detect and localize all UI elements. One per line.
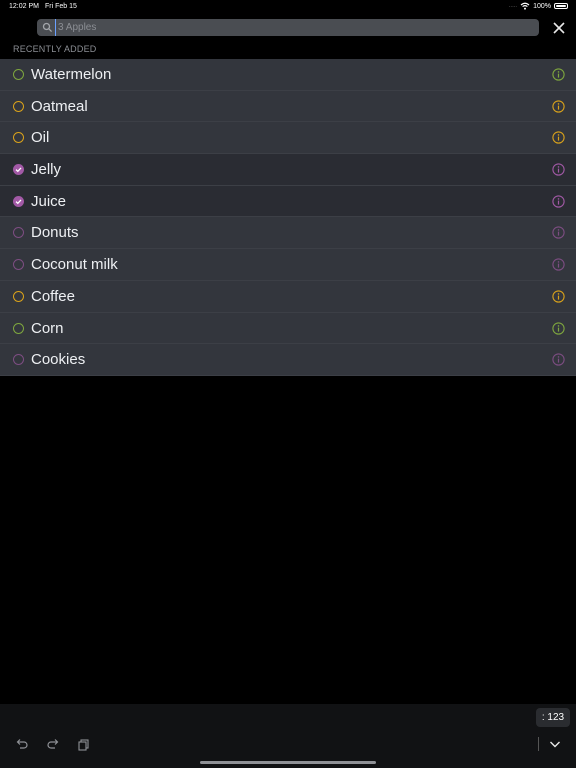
numbers-key-button[interactable]: : 123 <box>536 708 570 727</box>
info-icon[interactable] <box>552 195 565 208</box>
info-icon[interactable] <box>552 321 565 335</box>
status-time: 12:02 PM <box>9 3 39 10</box>
unchecked-checkbox-icon[interactable] <box>13 290 24 302</box>
info-icon[interactable] <box>552 290 565 303</box>
list-item[interactable]: Watermelon <box>0 59 576 91</box>
search-icon <box>42 22 53 33</box>
list-item[interactable]: Cookies <box>0 344 576 376</box>
section-header-recently-added: RECENTLY ADDED <box>13 44 97 54</box>
list-item[interactable]: Juice <box>0 185 576 218</box>
checked-checkbox-icon[interactable] <box>13 195 24 207</box>
info-icon[interactable] <box>552 100 565 113</box>
info-icon[interactable] <box>552 131 565 145</box>
status-right: ..... 100% <box>509 2 568 10</box>
undo-icon[interactable] <box>15 737 29 751</box>
battery-percent: 100% <box>533 2 551 10</box>
checked-checkbox-icon[interactable] <box>13 164 24 176</box>
unchecked-checkbox-icon[interactable] <box>13 69 24 80</box>
home-indicator <box>200 761 376 764</box>
status-date: Fri Feb 15 <box>45 3 77 10</box>
wifi-icon <box>520 2 530 10</box>
item-label: Donuts <box>31 224 79 242</box>
keyboard-divider <box>538 737 539 751</box>
info-icon[interactable] <box>552 258 565 271</box>
list-item[interactable]: Oatmeal <box>0 90 576 123</box>
item-label: Corn <box>31 319 64 337</box>
items-list: Watermelon Oatmeal Oil Jelly Juice Donuts Coco… <box>0 59 576 376</box>
list-item[interactable]: Coconut milk <box>0 249 576 281</box>
dismiss-keyboard-chevron-down-icon[interactable] <box>548 737 562 751</box>
item-label: Watermelon <box>31 66 112 83</box>
list-item[interactable]: Oil <box>0 122 576 155</box>
battery-icon <box>554 3 568 9</box>
info-icon[interactable] <box>552 353 565 366</box>
search-input[interactable] <box>55 19 530 36</box>
info-icon[interactable] <box>552 226 565 240</box>
item-label: Coffee <box>31 287 75 305</box>
keyboard-accessory-bar <box>0 704 576 768</box>
close-icon[interactable] <box>551 20 567 36</box>
list-item[interactable]: Jelly <box>0 154 576 186</box>
item-label: Juice <box>31 192 67 210</box>
list-item[interactable]: Coffee <box>0 280 576 313</box>
list-item[interactable]: Corn <box>0 312 576 345</box>
unchecked-checkbox-icon[interactable] <box>13 354 24 366</box>
unchecked-checkbox-icon[interactable] <box>13 259 24 271</box>
list-item[interactable]: Donuts <box>0 217 576 250</box>
item-label: Oil <box>31 129 50 147</box>
info-icon[interactable] <box>552 163 565 176</box>
item-label: Coconut milk <box>31 256 118 274</box>
item-label: Oatmeal <box>31 97 88 115</box>
unchecked-checkbox-icon[interactable] <box>13 227 24 239</box>
status-bar: 12:02 PM Fri Feb 15 ..... 100% <box>0 0 576 14</box>
cellular-dots-icon: ..... <box>508 3 518 9</box>
paste-icon[interactable] <box>77 737 91 751</box>
redo-icon[interactable] <box>46 737 60 751</box>
item-label: Jelly <box>31 161 62 179</box>
unchecked-checkbox-icon[interactable] <box>13 132 24 144</box>
unchecked-checkbox-icon[interactable] <box>13 100 24 112</box>
item-label: Cookies <box>31 351 86 369</box>
info-icon[interactable] <box>552 68 565 81</box>
search-bar[interactable] <box>37 19 539 36</box>
unchecked-checkbox-icon[interactable] <box>13 322 24 334</box>
